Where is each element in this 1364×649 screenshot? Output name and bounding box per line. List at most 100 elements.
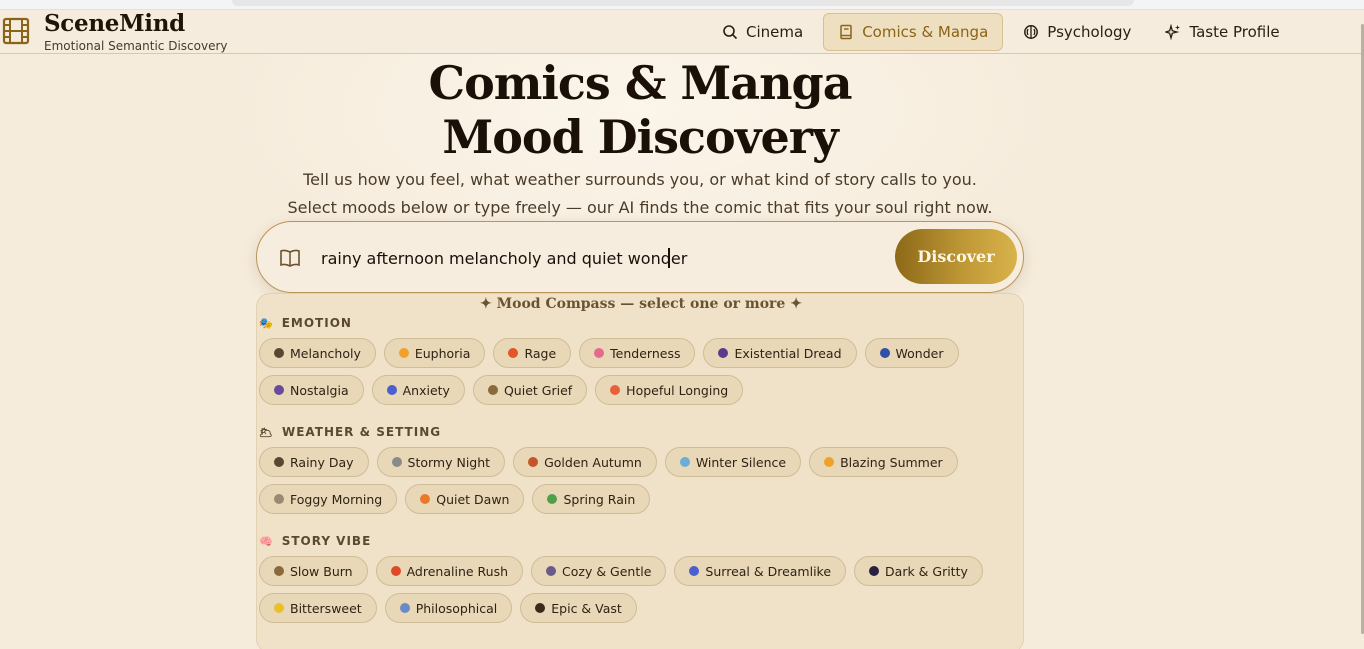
page-title: Comics & Manga Mood Discovery (0, 56, 1280, 164)
orb-icon (546, 566, 557, 576)
mood-chip-rage[interactable]: Rage (493, 338, 572, 368)
hero-subtitle-line-2: Select moods below or type freely — our … (287, 198, 993, 217)
sparkle-icon (398, 348, 409, 358)
mood-chip-label: Winter Silence (695, 454, 787, 470)
nav-taste-profile[interactable]: Taste Profile (1151, 13, 1293, 51)
mood-chip-label: Hopeful Longing (626, 382, 729, 398)
mood-search-bar: Discover (256, 221, 1024, 293)
mood-chip-row: Foggy Morning Quiet Dawn Spring Rain (259, 484, 658, 514)
umbrella-icon (274, 457, 284, 467)
mood-chip-label: Quiet Dawn (436, 491, 510, 507)
sprout-icon (547, 494, 558, 504)
brain-icon: 🧠 (259, 534, 274, 548)
section-heading-label: STORY VIBE (281, 534, 372, 548)
mood-chip-label: Blazing Summer (840, 454, 943, 470)
mood-chip-euphoria[interactable]: Euphoria (383, 338, 486, 368)
book-icon (399, 603, 410, 613)
mood-chip-quiet-grief[interactable]: Quiet Grief (472, 375, 588, 405)
mood-chip-label: Nostalgia (290, 382, 349, 398)
mood-chip-nostalgia[interactable]: Nostalgia (259, 375, 364, 405)
candle-icon (274, 566, 284, 576)
mood-chip-rainy-day[interactable]: Rainy Day (259, 447, 369, 477)
sparkles-icon (1165, 24, 1181, 40)
fire-icon (508, 348, 519, 358)
sunrise-mountain-icon (420, 494, 431, 504)
discover-button[interactable]: Discover (895, 229, 1017, 284)
leaf-icon (528, 457, 539, 467)
search-icon (723, 25, 738, 40)
mood-chip-label: Bittersweet (290, 600, 362, 616)
mood-chip-label: Foggy Morning (290, 491, 383, 507)
mood-chip-label: Melancholy (290, 345, 361, 361)
mood-chip-cozy-gentle[interactable]: Cozy & Gentle (531, 556, 667, 586)
browser-address-bar (232, 0, 1134, 6)
mood-chip-label: Philosophical (415, 600, 498, 616)
mood-chip-label: Adrenaline Rush (406, 563, 509, 579)
theater-masks-icon: 🎭 (259, 316, 274, 330)
mountain-icon (535, 603, 546, 613)
mood-chip-anxiety[interactable]: Anxiety (371, 375, 465, 405)
mood-chip-slow-burn[interactable]: Slow Burn (259, 556, 368, 586)
browser-chrome (0, 0, 1364, 10)
mood-chip-label: Existential Dread (734, 345, 842, 361)
main-nav: Cinema Comics & Manga Psychology Taste P… (708, 13, 1300, 51)
mood-chip-golden-autumn[interactable]: Golden Autumn (513, 447, 657, 477)
mood-chip-melancholy[interactable]: Melancholy (259, 338, 376, 368)
sunrise-icon (610, 385, 621, 395)
aurora-icon (879, 348, 890, 358)
mood-chip-label: Slow Burn (290, 563, 353, 579)
mood-chip-label: Anxiety (402, 382, 450, 398)
brain-icon (1024, 25, 1039, 39)
mood-chip-row: Rainy Day Stormy Night Golden Autumn Winter… (259, 447, 966, 477)
brand-title[interactable]: SceneMind (44, 10, 185, 37)
nav-psychology[interactable]: Psychology (1009, 13, 1145, 51)
mood-chip-philosophical[interactable]: Philosophical (384, 593, 513, 623)
mood-chip-quiet-dawn[interactable]: Quiet Dawn (405, 484, 525, 514)
mood-chip-epic-vast[interactable]: Epic & Vast (520, 593, 637, 623)
rain-cloud-icon (274, 348, 284, 358)
mood-compass-panel: ✦ Mood Compass — select one or more ✦ 🎭 E… (256, 293, 1024, 649)
cloud-sun-icon: 🌥 (259, 425, 274, 439)
mood-chip-existential-dread[interactable]: Existential Dread (703, 338, 857, 368)
flower-icon (594, 348, 605, 358)
orb-icon (718, 348, 729, 358)
mood-chip-surreal-dreamlike[interactable]: Surreal & Dreamlike (674, 556, 847, 586)
page-title-line-2: Mood Discovery (442, 110, 838, 164)
mood-chip-hopeful-longing[interactable]: Hopeful Longing (595, 375, 744, 405)
nav-comics-manga-label: Comics & Manga (862, 23, 989, 41)
book-icon (840, 24, 852, 40)
mood-chip-wonder[interactable]: Wonder (864, 338, 959, 368)
mood-chip-label: Wonder (895, 345, 944, 361)
section-heading-weather-setting: 🌥 WEATHER & SETTING (259, 423, 441, 441)
mood-chip-label: Epic & Vast (551, 600, 622, 616)
section-heading-emotion: 🎭 EMOTION (259, 314, 352, 332)
heart-icon (869, 566, 880, 576)
mood-chip-adrenaline-rush[interactable]: Adrenaline Rush (375, 556, 524, 586)
mood-chip-label: Rainy Day (290, 454, 354, 470)
text-caret (668, 248, 670, 268)
brand-subtitle: Emotional Semantic Discovery (44, 39, 228, 53)
fog-icon (274, 494, 284, 504)
mood-chip-label: Golden Autumn (544, 454, 642, 470)
mood-chip-dark-gritty[interactable]: Dark & Gritty (854, 556, 983, 586)
storm-icon (391, 457, 402, 467)
mood-chip-spring-rain[interactable]: Spring Rain (532, 484, 651, 514)
mood-search-input[interactable] (321, 242, 881, 274)
mood-chip-bittersweet[interactable]: Bittersweet (259, 593, 377, 623)
mood-chip-label: Quiet Grief (503, 382, 573, 398)
mood-chip-tenderness[interactable]: Tenderness (579, 338, 696, 368)
mood-chip-blazing-summer[interactable]: Blazing Summer (809, 447, 958, 477)
section-heading-story-vibe: 🧠 STORY VIBE (259, 532, 371, 550)
nav-cinema[interactable]: Cinema (708, 13, 817, 51)
lightning-icon (390, 566, 401, 576)
mood-chip-stormy-night[interactable]: Stormy Night (376, 447, 506, 477)
mood-chip-foggy-morning[interactable]: Foggy Morning (259, 484, 398, 514)
mood-chip-winter-silence[interactable]: Winter Silence (664, 447, 802, 477)
open-book-icon (280, 249, 300, 267)
mood-chip-row: Bittersweet Philosophical Epic & Vast (259, 593, 645, 623)
snowflake-icon (679, 457, 690, 467)
nav-comics-manga[interactable]: Comics & Manga (823, 13, 1004, 51)
mood-chip-label: Rage (524, 345, 557, 361)
mood-chip-row: Slow Burn Adrenaline Rush Cozy & Gentle Sur… (259, 556, 991, 586)
mood-chip-label: Euphoria (414, 345, 471, 361)
